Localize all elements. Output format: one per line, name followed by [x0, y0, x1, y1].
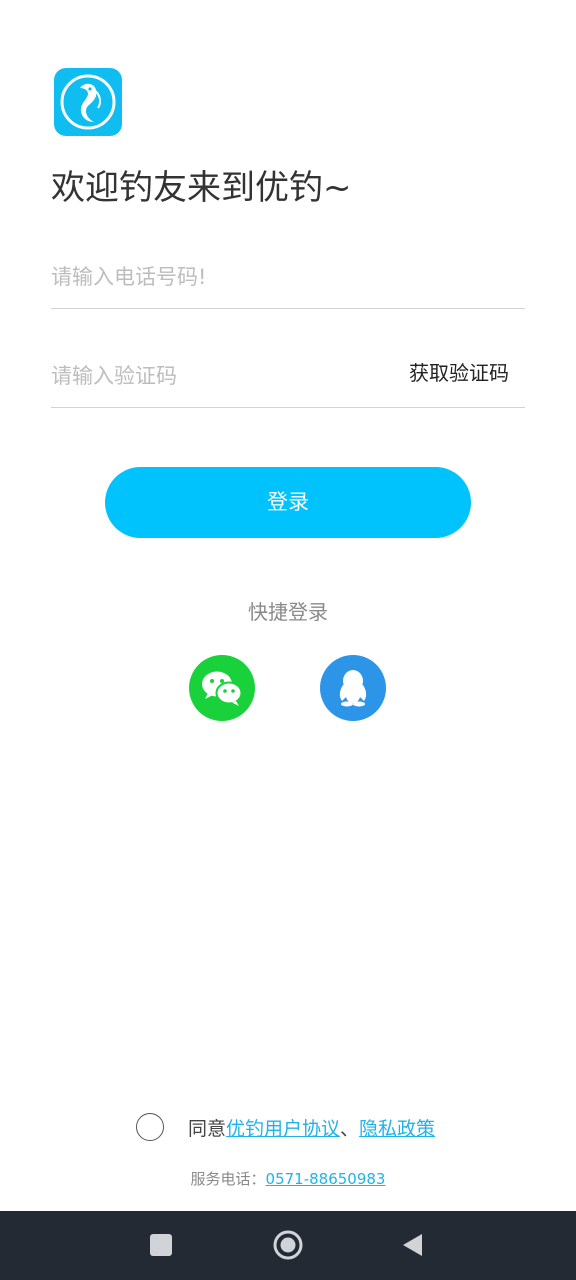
qq-login-button[interactable]: [320, 655, 386, 721]
home-button[interactable]: [268, 1225, 308, 1265]
qq-icon: [339, 670, 367, 707]
back-icon: [403, 1234, 422, 1256]
privacy-policy-link[interactable]: 隐私政策: [359, 1114, 435, 1141]
agreement-row: 同意 优钓用户协议 、 隐私政策: [136, 1112, 435, 1142]
service-phone-row: 服务电话：0571-88650983: [0, 1168, 576, 1189]
verification-code-input[interactable]: [51, 347, 381, 405]
home-icon: [273, 1230, 303, 1260]
back-button[interactable]: [393, 1225, 433, 1265]
fish-logo-icon: [54, 68, 122, 136]
service-phone-link[interactable]: 0571-88650983: [266, 1170, 386, 1188]
wechat-login-button[interactable]: [189, 655, 255, 721]
system-nav-bar: [0, 1211, 576, 1280]
welcome-title: 欢迎钓友来到优钓~: [51, 168, 352, 208]
recent-apps-button[interactable]: [141, 1225, 181, 1265]
recent-apps-icon: [150, 1234, 172, 1256]
wechat-icon: [202, 671, 243, 706]
get-code-button[interactable]: 获取验证码: [409, 347, 509, 405]
agreement-separator: 、: [340, 1117, 360, 1140]
login-screen: 欢迎钓友来到优钓~ 获取验证码 登录 快捷登录 同意 优钓用户: [0, 0, 576, 1280]
agree-checkbox[interactable]: [136, 1113, 164, 1141]
agreement-prefix: 同意: [188, 1117, 227, 1140]
service-phone-label: 服务电话：: [190, 1170, 266, 1188]
phone-input[interactable]: [51, 248, 525, 306]
code-field-row: 获取验证码: [51, 347, 525, 408]
login-button[interactable]: 登录: [105, 467, 471, 538]
user-agreement-link[interactable]: 优钓用户协议: [226, 1114, 340, 1141]
quick-login-label: 快捷登录: [248, 600, 328, 624]
phone-field-row: [51, 248, 525, 309]
